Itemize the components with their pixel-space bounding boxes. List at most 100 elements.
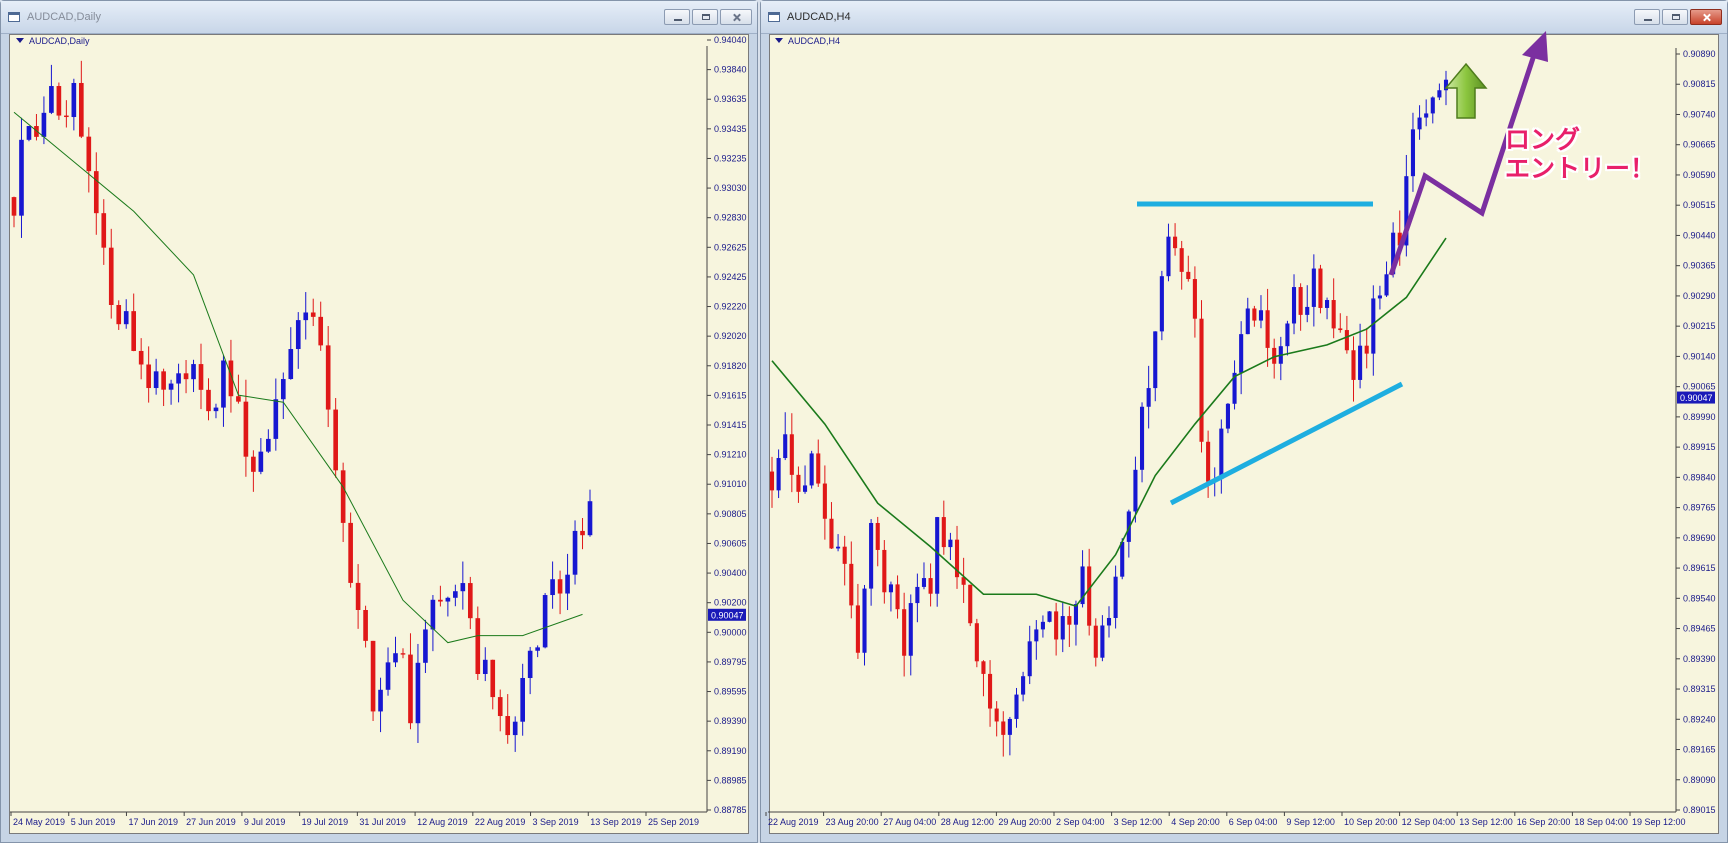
bull-candle [1219,428,1224,480]
bull-candle [1146,388,1151,407]
bull-candle [1437,90,1442,98]
y-axis-tick-label: 0.90440 [1683,230,1716,240]
candlestick-chart-h4[interactable]: 0.90890 0.90815 0.90740 0.90665 0.90590 0.905… [0,0,1728,843]
y-axis-tick-label: 0.90890 [1683,49,1716,59]
y-axis-tick-label: 0.89015 [1683,805,1716,815]
y-axis-tick-label: 0.90065 [1683,382,1716,392]
bull-candle [1285,323,1290,347]
bear-candle [789,434,794,475]
bear-candle [968,584,973,624]
annotation-line-1: ロング [1505,126,1581,154]
chart-label-text: AUDCAD,H4 [788,36,841,46]
bull-candle [1007,718,1012,735]
bull-candle [948,539,953,548]
y-axis-tick-label: 0.89165 [1683,745,1716,755]
bull-candle [1034,629,1039,642]
x-axis-tick-label: 27 Aug 04:00 [883,817,936,827]
bear-candle [928,578,933,594]
bull-candle [836,546,841,549]
bull-candle [935,517,940,594]
x-axis-tick-label: 3 Sep 12:00 [1114,817,1163,827]
x-axis-tick-label: 4 Sep 20:00 [1171,817,1220,827]
bear-candle [1186,271,1191,280]
y-axis-tick-label: 0.89240 [1683,714,1716,724]
bull-candle [1305,306,1310,315]
bear-candle [994,708,999,722]
bull-candle [776,458,781,491]
bull-candle [1311,268,1316,307]
bear-candle [882,549,887,593]
bear-candle [1206,441,1211,482]
bull-candle [1424,113,1429,118]
bull-candle [862,588,867,653]
x-axis-tick-label: 13 Sep 12:00 [1459,817,1513,827]
y-axis-tick-label: 0.90290 [1683,291,1716,301]
y-axis-tick-label: 0.90515 [1683,200,1716,210]
bull-candle [783,434,788,459]
bull-candle [1417,117,1422,130]
x-axis-tick-label: 29 Aug 20:00 [998,817,1051,827]
bull-candle [888,584,893,593]
y-axis-tick-label: 0.89090 [1683,775,1716,785]
x-axis-tick-label: 9 Sep 12:00 [1286,817,1335,827]
bull-candle [1358,345,1363,380]
x-axis-tick-label: 19 Sep 12:00 [1632,817,1686,827]
bear-candle [974,623,979,662]
bull-candle [1027,641,1032,677]
bear-candle [1351,350,1356,380]
chart-symbol-label-daily[interactable]: AUDCAD,Daily [16,36,90,46]
x-axis-tick-label: 28 Aug 12:00 [941,817,994,827]
y-axis-tick-label: 0.89315 [1683,684,1716,694]
bear-candle [816,453,821,484]
bear-candle [1001,721,1006,735]
bull-candle [1410,129,1416,177]
bull-candle [869,522,874,589]
bull-candle [915,586,920,604]
chart-label-text: AUDCAD,Daily [29,36,90,46]
bull-candle [1384,274,1389,296]
bear-candle [769,471,775,491]
bull-candle [1225,403,1230,429]
bear-candle [1199,318,1204,442]
bull-candle [1106,617,1112,626]
bull-candle [1100,625,1105,658]
bear-candle [981,661,986,674]
bull-candle [802,485,808,492]
y-axis-tick-label: 0.90215 [1683,321,1716,331]
bull-candle [1133,469,1138,512]
y-axis-tick-label: 0.89840 [1683,472,1716,482]
bear-candle [1173,236,1178,249]
bull-candle [1113,576,1118,618]
bull-candle [1371,298,1376,354]
y-axis-tick-label: 0.89465 [1683,624,1716,634]
y-axis-tick-label: 0.89390 [1683,654,1716,664]
bull-candle [921,578,927,587]
bull-candle [1430,97,1435,114]
bull-candle [1120,541,1125,577]
bull-candle [1047,611,1052,622]
bull-candle [1139,406,1145,470]
bear-candle [842,546,847,564]
current-price-label: 0.90047 [1680,393,1713,403]
bear-candle [1054,611,1059,640]
bear-candle [855,605,860,653]
bear-candle [902,609,907,656]
y-axis-tick-label: 0.89765 [1683,503,1716,513]
chart-symbol-label-h4[interactable]: AUDCAD,H4 [775,36,840,46]
x-axis-tick-label: 23 Aug 20:00 [826,817,879,827]
bear-candle [1087,566,1092,626]
y-axis-tick-label: 0.90365 [1683,261,1716,271]
bear-candle [1298,287,1303,315]
x-axis-tick-label: 10 Sep 20:00 [1344,817,1398,827]
y-axis-tick-label: 0.90140 [1683,351,1716,361]
x-axis-tick-label: 22 Aug 2019 [768,817,819,827]
x-axis-tick-label: 2 Sep 04:00 [1056,817,1105,827]
rising-trendline [1169,381,1404,506]
bear-candle [1364,345,1369,354]
dropdown-triangle-icon [16,38,24,43]
x-axis-tick-label: 6 Sep 04:00 [1229,817,1278,827]
bull-candle [1258,310,1264,321]
bear-candle [895,584,900,610]
bear-candle [941,517,946,548]
bear-candle [1331,300,1336,329]
